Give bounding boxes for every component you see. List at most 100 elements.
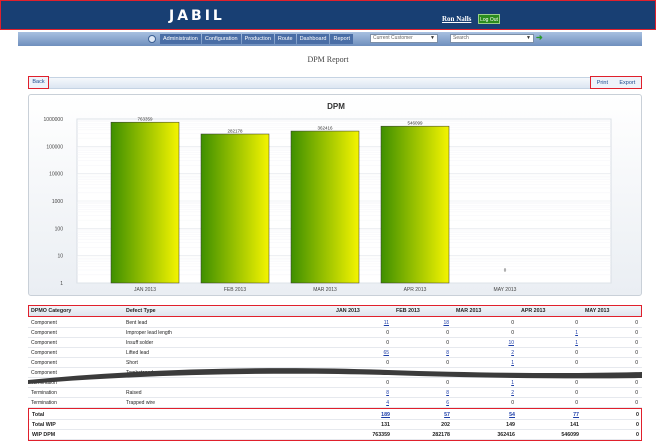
main-navbar: Administration Configuration Production … [18, 32, 642, 46]
totals-label: Total [32, 412, 45, 418]
count-cell: 0 [635, 330, 638, 336]
y-tick-label: 100 [55, 226, 64, 232]
x-tick-label: JAN 2013 [134, 287, 156, 293]
nav-configuration[interactable]: Configuration [201, 34, 241, 44]
total-value-cell: 131 [381, 422, 390, 428]
total-value-cell[interactable]: 54 [454, 410, 515, 420]
column-header: DPMO Category [31, 308, 72, 314]
totals-section: Total 189 57 54 77 0 Total WIP 131 202 149 141 0 WIP… [28, 408, 642, 441]
category-cell: Component [31, 330, 57, 336]
count-cell: 0 [635, 400, 638, 406]
column-header: MAY 2013 [585, 308, 610, 314]
data-label: 763359 [137, 117, 153, 122]
count-cell: 0 [575, 390, 578, 396]
column-header: MAR 2013 [456, 308, 482, 314]
totals-label: Total WIP [32, 422, 56, 428]
count-cell[interactable]: 10 [453, 338, 514, 348]
category-cell: Component [31, 350, 57, 356]
count-cell: 0 [635, 320, 638, 326]
bar [110, 121, 180, 284]
defect-type-cell: Bent lead [126, 320, 148, 326]
top-header-bar: JABIL Ron Nalls Log Out [0, 0, 656, 30]
count-cell[interactable]: 8 [393, 388, 449, 398]
nav-menu: Administration Configuration Production … [160, 34, 353, 44]
user-name-link[interactable]: Ron Nalls [442, 15, 471, 23]
count-cell[interactable]: 1 [518, 328, 578, 338]
customer-select[interactable]: Current Customer ▼ [370, 34, 438, 43]
nav-production[interactable]: Production [241, 34, 274, 44]
column-header: JAN 2013 [336, 308, 360, 314]
count-cell[interactable]: 11 [333, 318, 389, 328]
chart-panel: DPM 1000000 100000 10000 1000 100 10 1 763359 JAN… [28, 94, 642, 296]
totals-label: WIP DPM [32, 432, 56, 438]
x-tick-label: APR 2013 [404, 287, 427, 293]
y-tick-label: 10 [57, 254, 63, 260]
count-cell: 0 [575, 350, 578, 356]
y-tick-label: 1 [60, 281, 63, 287]
count-cell: 0 [511, 400, 514, 406]
y-tick-label: 10000 [49, 172, 63, 178]
nav-dashboard[interactable]: Dashboard [296, 34, 330, 44]
defect-type-cell: Raised [126, 390, 142, 396]
count-cell: 0 [386, 340, 389, 346]
export-button[interactable]: Export [619, 80, 635, 86]
logout-button[interactable]: Log Out [478, 14, 500, 24]
total-value-cell: 202 [441, 422, 450, 428]
total-value-cell: 0 [636, 422, 639, 428]
category-cell: Termination [31, 390, 57, 396]
total-value-cell: 362416 [497, 432, 515, 438]
table-row: Component Lifted lead 65 8 2 0 0 [28, 348, 642, 358]
total-value-cell: 546099 [561, 432, 579, 438]
count-cell: 0 [386, 330, 389, 336]
count-cell: 0 [446, 330, 449, 336]
count-cell: 0 [635, 340, 638, 346]
count-cell: 0 [511, 320, 514, 326]
home-icon[interactable] [148, 35, 156, 43]
go-arrow-icon[interactable]: ➜ [536, 34, 543, 42]
total-value-cell[interactable]: 189 [334, 410, 390, 420]
total-value-cell: 282178 [432, 432, 450, 438]
table-row: Termination Raised 8 8 2 0 0 [28, 388, 642, 398]
count-cell[interactable]: 65 [333, 348, 389, 358]
totals-row: Total WIP 131 202 149 141 0 [29, 420, 640, 430]
total-value-cell[interactable]: 57 [394, 410, 450, 420]
total-value-cell: 149 [506, 422, 515, 428]
data-label: 362416 [317, 126, 333, 131]
data-label: 282178 [227, 129, 243, 134]
defect-type-cell: Improper lead length [126, 330, 172, 336]
count-cell: 0 [446, 340, 449, 346]
nav-report[interactable]: Report [330, 34, 353, 44]
count-cell[interactable]: 2 [453, 348, 514, 358]
count-cell[interactable]: 8 [333, 388, 389, 398]
action-bar [28, 77, 642, 89]
count-cell[interactable]: 2 [453, 388, 514, 398]
count-cell: 0 [635, 390, 638, 396]
total-value-cell: 763359 [372, 432, 390, 438]
table-row: Component Insuff solder 0 0 10 1 0 [28, 338, 642, 348]
total-value-cell: 0 [636, 412, 639, 418]
x-tick-label: MAY 2013 [494, 287, 517, 293]
count-cell[interactable]: 8 [393, 348, 449, 358]
bar [290, 130, 360, 284]
print-button[interactable]: Print [597, 80, 608, 86]
count-cell[interactable]: 1 [518, 338, 578, 348]
nav-administration[interactable]: Administration [160, 34, 201, 44]
jabil-logo: JABIL [169, 8, 225, 24]
nav-route[interactable]: Route [274, 34, 296, 44]
back-button[interactable]: Back [28, 76, 49, 89]
defect-type-cell: Trapped wire [126, 400, 155, 406]
total-value-cell: 141 [570, 422, 579, 428]
count-cell[interactable]: 4 [333, 398, 389, 408]
dpm-chart: DPM 1000000 100000 10000 1000 100 10 1 763359 JAN… [44, 102, 612, 293]
print-export-group: Print Export [590, 76, 642, 89]
total-value-cell[interactable]: 77 [519, 410, 579, 420]
count-cell: 0 [575, 320, 578, 326]
search-select-value: Search [453, 35, 469, 41]
search-select[interactable]: Search ▼ [450, 34, 534, 43]
total-value-cell: 0 [636, 432, 639, 438]
count-cell[interactable]: 18 [393, 318, 449, 328]
table-row: Component Bent lead 11 18 0 0 0 [28, 318, 642, 328]
category-cell: Termination [31, 400, 57, 406]
count-cell[interactable]: 6 [393, 398, 449, 408]
column-header: Defect Type [126, 308, 156, 314]
